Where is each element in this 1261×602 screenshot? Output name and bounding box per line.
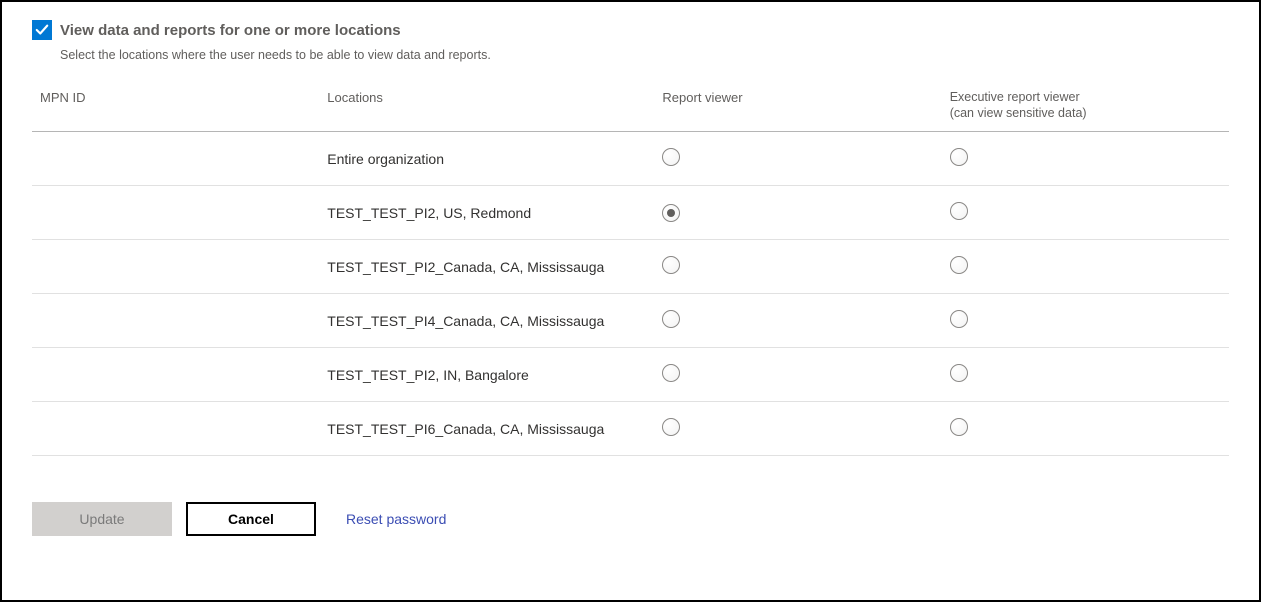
- report-viewer-radio[interactable]: [662, 364, 680, 382]
- cell-mpn-id: [32, 402, 319, 456]
- col-header-exec-viewer-line1: Executive report viewer: [950, 90, 1221, 106]
- cell-report-viewer: [654, 132, 941, 186]
- cell-location: TEST_TEST_PI6_Canada, CA, Mississauga: [319, 402, 654, 456]
- cell-location: Entire organization: [319, 132, 654, 186]
- table-row: TEST_TEST_PI4_Canada, CA, Mississauga: [32, 294, 1229, 348]
- cell-report-viewer: [654, 240, 941, 294]
- report-viewer-radio[interactable]: [662, 256, 680, 274]
- section-title: View data and reports for one or more lo…: [60, 22, 401, 39]
- col-header-report-viewer: Report viewer: [654, 80, 941, 132]
- update-button[interactable]: Update: [32, 502, 172, 536]
- col-header-exec-viewer: Executive report viewer (can view sensit…: [942, 80, 1229, 132]
- exec-viewer-radio[interactable]: [950, 418, 968, 436]
- cell-location: TEST_TEST_PI2, US, Redmond: [319, 186, 654, 240]
- cell-mpn-id: [32, 132, 319, 186]
- exec-viewer-radio[interactable]: [950, 310, 968, 328]
- col-header-locations: Locations: [319, 80, 654, 132]
- exec-viewer-radio[interactable]: [950, 148, 968, 166]
- cell-report-viewer: [654, 186, 941, 240]
- cell-exec-viewer: [942, 402, 1229, 456]
- report-viewer-radio[interactable]: [662, 310, 680, 328]
- exec-viewer-radio[interactable]: [950, 202, 968, 220]
- section-description: Select the locations where the user need…: [60, 48, 1229, 62]
- cell-mpn-id: [32, 186, 319, 240]
- report-viewer-radio[interactable]: [662, 148, 680, 166]
- cell-exec-viewer: [942, 240, 1229, 294]
- cancel-button[interactable]: Cancel: [186, 502, 316, 536]
- cell-report-viewer: [654, 294, 941, 348]
- table-row: TEST_TEST_PI2, US, Redmond: [32, 186, 1229, 240]
- cell-location: TEST_TEST_PI2, IN, Bangalore: [319, 348, 654, 402]
- cell-location: TEST_TEST_PI4_Canada, CA, Mississauga: [319, 294, 654, 348]
- exec-viewer-radio[interactable]: [950, 256, 968, 274]
- report-viewer-radio[interactable]: [662, 204, 680, 222]
- table-row: TEST_TEST_PI2, IN, Bangalore: [32, 348, 1229, 402]
- col-header-mpn-id: MPN ID: [32, 80, 319, 132]
- check-icon: [35, 23, 49, 37]
- cell-exec-viewer: [942, 132, 1229, 186]
- cell-location: TEST_TEST_PI2_Canada, CA, Mississauga: [319, 240, 654, 294]
- cell-exec-viewer: [942, 294, 1229, 348]
- view-data-checkbox[interactable]: [32, 20, 52, 40]
- report-viewer-radio[interactable]: [662, 418, 680, 436]
- cell-report-viewer: [654, 402, 941, 456]
- table-row: Entire organization: [32, 132, 1229, 186]
- cell-mpn-id: [32, 240, 319, 294]
- reset-password-link[interactable]: Reset password: [346, 511, 446, 527]
- radio-dot-icon: [667, 209, 675, 217]
- cell-report-viewer: [654, 348, 941, 402]
- cell-mpn-id: [32, 294, 319, 348]
- cell-mpn-id: [32, 348, 319, 402]
- col-header-exec-viewer-line2: (can view sensitive data): [950, 106, 1221, 122]
- cell-exec-viewer: [942, 186, 1229, 240]
- locations-table: MPN ID Locations Report viewer Executive…: [32, 80, 1229, 456]
- table-row: TEST_TEST_PI6_Canada, CA, Mississauga: [32, 402, 1229, 456]
- table-row: TEST_TEST_PI2_Canada, CA, Mississauga: [32, 240, 1229, 294]
- exec-viewer-radio[interactable]: [950, 364, 968, 382]
- cell-exec-viewer: [942, 348, 1229, 402]
